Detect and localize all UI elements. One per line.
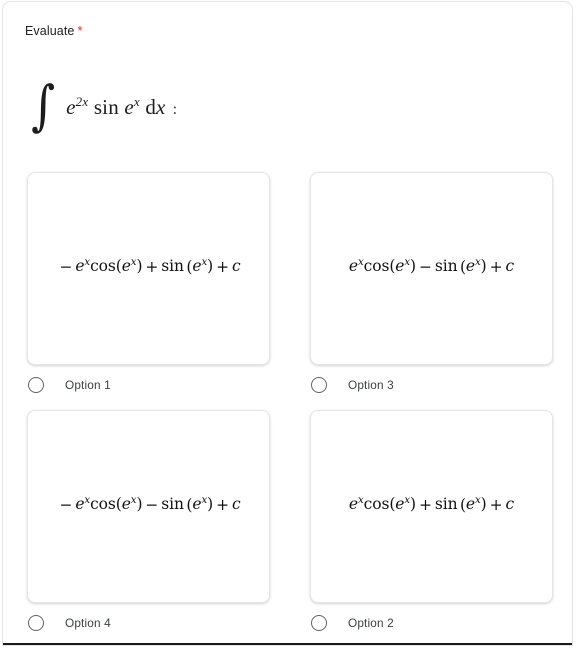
exp-base-3b: e (395, 257, 405, 276)
required-asterisk: * (77, 24, 83, 38)
option-label-4: Option 4 (65, 615, 111, 630)
radio-button-icon[interactable] (311, 614, 327, 631)
exp-base-4b: e (121, 495, 131, 514)
form-question-card: Evaluate * ∫ e2x sin ex dx : − excos(ex) + s… (2, 1, 573, 646)
answer-expression-1: − excos(ex) + sin (ex) + c (56, 257, 240, 275)
plus-operator-3: + (489, 257, 503, 276)
close-paren-3a: ) (410, 257, 416, 276)
answer-expression-4: − excos(ex) − sin (ex) + c (56, 495, 240, 513)
option-cell-4: − excos(ex) − sin (ex) + c Option 4 (27, 410, 270, 637)
plus-operator-4: + (216, 495, 229, 514)
fn-cos-4: cos (90, 495, 116, 514)
option-label-3: Option 3 (348, 377, 394, 392)
constant-2: c (505, 495, 515, 514)
fn-sin-1: sin (161, 257, 184, 276)
question-integrand: e2x sin ex dx (66, 94, 165, 120)
integrand-base: e (66, 95, 76, 119)
fn-sin-2: sin (434, 495, 458, 514)
options-row-top: − excos(ex) + sin (ex) + c Option 1 excos(ex) −… (3, 172, 572, 399)
middle-operator-2: + (418, 495, 432, 514)
close-paren-3b: ) (480, 257, 487, 276)
constant-4: c (231, 495, 241, 514)
option-choice-2[interactable]: Option 2 (310, 608, 553, 637)
plus-operator-2: + (489, 495, 503, 514)
fn-sin-3: sin (434, 257, 458, 276)
radio-button-icon[interactable] (311, 376, 327, 393)
exp-base-3a: e (348, 257, 358, 276)
close-paren-2a: ) (410, 495, 416, 514)
question-function-arg-base: e (124, 95, 134, 119)
option-choice-3[interactable]: Option 3 (310, 370, 553, 399)
option-cell-3: excos(ex) − sin (ex) + c Option 3 (310, 172, 553, 399)
constant-1: c (231, 257, 241, 276)
exp-base-3c: e (465, 257, 475, 276)
answer-image-card-1[interactable]: − excos(ex) + sin (ex) + c (27, 172, 270, 365)
close-paren-4a: ) (136, 495, 143, 514)
option-choice-4[interactable]: Option 4 (27, 608, 270, 637)
fn-cos-1: cos (90, 257, 116, 276)
plus-operator-1: + (216, 257, 229, 276)
middle-operator-4: − (145, 495, 159, 514)
exp-base-2c: e (465, 495, 475, 514)
exp-base-2a: e (348, 495, 358, 514)
radio-button-icon[interactable] (28, 614, 44, 631)
answer-expression-2: excos(ex) + sin (ex) + c (349, 495, 514, 513)
question-title-text: Evaluate (25, 24, 75, 38)
question-expression: ∫ e2x sin ex dx : (29, 74, 177, 140)
integral-icon: ∫ (31, 74, 56, 138)
differential-variable: x (156, 95, 166, 119)
close-paren-2b: ) (480, 495, 487, 514)
options-row-bottom: − excos(ex) − sin (ex) + c Option 4 excos(ex) +… (3, 410, 572, 637)
close-paren-1b: ) (207, 257, 214, 276)
leading-sign-4: − (59, 495, 73, 514)
option-cell-2: excos(ex) + sin (ex) + c Option 2 (310, 410, 553, 637)
exp-base-1b: e (121, 257, 131, 276)
fn-cos-3: cos (363, 257, 390, 276)
fn-sin-4: sin (161, 495, 184, 514)
radio-button-icon[interactable] (28, 376, 44, 393)
constant-3: c (505, 257, 515, 276)
answer-image-card-4[interactable]: − excos(ex) − sin (ex) + c (27, 410, 270, 603)
question-function-arg-exponent: x (133, 94, 140, 109)
middle-operator-1: + (145, 257, 159, 276)
answer-options-grid: − excos(ex) + sin (ex) + c Option 1 excos(ex) −… (3, 172, 572, 637)
answer-image-card-2[interactable]: excos(ex) + sin (ex) + c (310, 410, 553, 603)
close-paren-1a: ) (136, 257, 143, 276)
option-cell-1: − excos(ex) + sin (ex) + c Option 1 (27, 172, 270, 399)
option-label-1: Option 1 (65, 377, 111, 392)
answer-image-card-3[interactable]: excos(ex) − sin (ex) + c (310, 172, 553, 365)
fn-cos-2: cos (363, 495, 390, 514)
middle-operator-3: − (418, 257, 432, 276)
option-label-2: Option 2 (348, 615, 394, 630)
option-choice-1[interactable]: Option 1 (27, 370, 270, 399)
integrand-exponent: 2x (75, 94, 89, 109)
differential-d: d (145, 95, 157, 119)
page-title: Evaluate * (25, 23, 82, 39)
answer-expression-3: excos(ex) − sin (ex) + c (349, 257, 514, 275)
leading-sign-1: − (59, 257, 73, 276)
question-trailing-colon: : (172, 101, 178, 118)
question-function-name: sin (93, 95, 119, 119)
exp-base-2b: e (395, 495, 405, 514)
close-paren-4b: ) (207, 495, 214, 514)
